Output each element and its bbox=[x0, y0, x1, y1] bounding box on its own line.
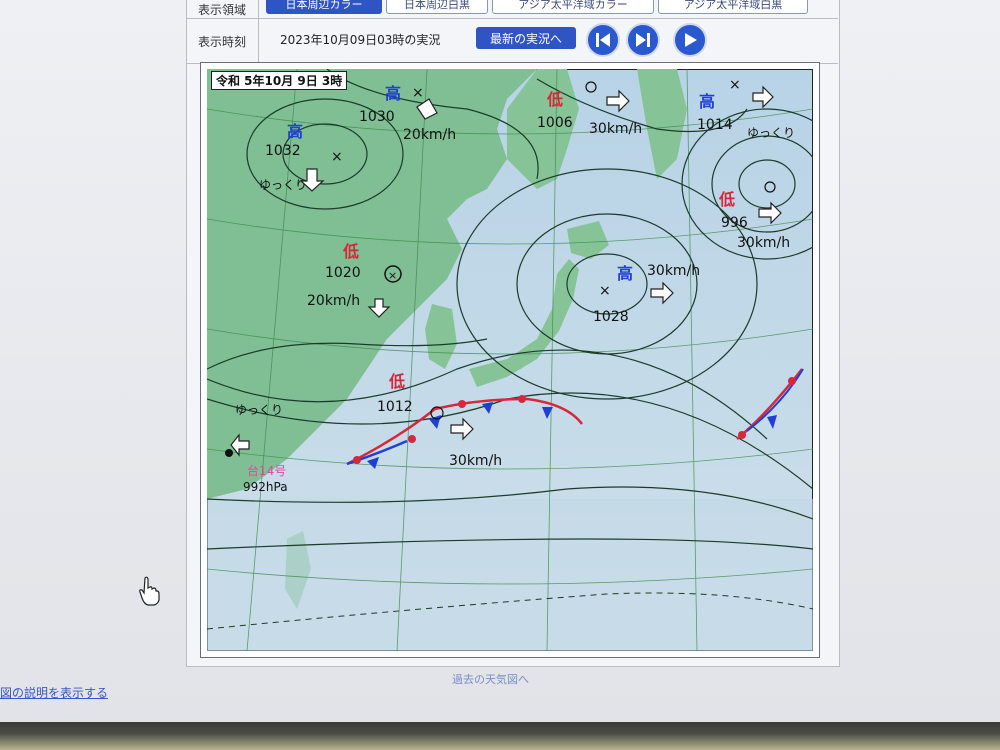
monitor-bezel bbox=[0, 722, 1000, 750]
typhoon-label: 台14号 bbox=[247, 463, 286, 478]
low-1012-motion: 30km/h bbox=[449, 453, 502, 469]
svg-text:×: × bbox=[331, 149, 343, 165]
region-button-japan-color[interactable]: 日本周辺カラー bbox=[266, 0, 382, 14]
low-1012-pressure: 1012 bbox=[377, 399, 413, 415]
svg-text:×: × bbox=[599, 283, 611, 299]
play-button[interactable] bbox=[673, 23, 707, 57]
past-weather-maps-link[interactable]: 過去の天気図へ bbox=[452, 671, 529, 687]
weather-map-frame: 高 1030 20km/h × 高 1032 ゆっくり × 高 × 1028 3… bbox=[200, 62, 820, 658]
skip-to-first-icon bbox=[596, 33, 610, 47]
high-1014-label: 高 bbox=[699, 92, 715, 111]
latest-button[interactable]: 最新の実況へ bbox=[476, 27, 576, 49]
display-time-value: 2023年10月09日03時の実況 bbox=[280, 33, 441, 47]
display-region-label: 表示領域 bbox=[186, 0, 259, 18]
region-button-japan-mono[interactable]: 日本周辺白黒 bbox=[386, 0, 488, 14]
typhoon-pressure: 992hPa bbox=[243, 480, 288, 494]
region-button-asia-mono[interactable]: アジア太平洋域白黒 bbox=[658, 0, 808, 14]
low-996-label: 低 bbox=[718, 190, 735, 209]
high-1028-motion: 30km/h bbox=[647, 263, 700, 279]
hand-cursor-icon bbox=[139, 576, 160, 606]
high-1014-pressure: 1014 bbox=[697, 117, 733, 133]
display-time-label: 表示時刻 bbox=[186, 19, 259, 63]
low-1020-motion: 20km/h bbox=[307, 293, 360, 309]
high-1030-motion: 20km/h bbox=[403, 127, 456, 143]
high-1032-pressure: 1032 bbox=[265, 143, 301, 159]
region-button-asia-color[interactable]: アジア太平洋域カラー bbox=[492, 0, 654, 14]
previous-button[interactable] bbox=[626, 23, 660, 57]
low-1006-motion: 30km/h bbox=[589, 121, 642, 137]
high-1032-label: 高 bbox=[287, 122, 303, 141]
display-time-row: 表示時刻 2023年10月09日03時の実況 最新の実況へ bbox=[186, 19, 838, 64]
high-1028-pressure: 1028 bbox=[593, 309, 629, 325]
high-1030-pressure: 1030 bbox=[359, 109, 395, 125]
first-button[interactable] bbox=[586, 23, 620, 57]
low-1006-label: 低 bbox=[546, 90, 563, 109]
low-1012-label: 低 bbox=[388, 372, 405, 391]
high-1032-motion: ゆっくり bbox=[259, 178, 307, 192]
low-1020-label: 低 bbox=[342, 242, 359, 261]
high-1030-label: 高 bbox=[385, 84, 401, 103]
low-996-motion: 30km/h bbox=[737, 235, 790, 251]
high-1014-motion: ゆっくり bbox=[747, 126, 795, 140]
display-region-row: 表示領域 日本周辺カラー 日本周辺白黒 アジア太平洋域カラー アジア太平洋域白黒 bbox=[186, 0, 838, 19]
low-1020-pressure: 1020 bbox=[325, 265, 361, 281]
svg-text:×: × bbox=[388, 269, 397, 282]
low-1006-pressure: 1006 bbox=[537, 115, 573, 131]
play-icon bbox=[685, 33, 697, 47]
typhoon-motion: ゆっくり bbox=[235, 403, 283, 417]
svg-text:×: × bbox=[412, 85, 424, 101]
map-date-label: 令和 5年10月 9日 3時 bbox=[211, 71, 348, 90]
high-1028-label: 高 bbox=[617, 264, 633, 283]
svg-text:×: × bbox=[729, 77, 741, 93]
step-back-icon bbox=[636, 33, 650, 47]
weather-map: 高 1030 20km/h × 高 1032 ゆっくり × 高 × 1028 3… bbox=[207, 69, 813, 651]
show-description-link[interactable]: 図の説明を表示する bbox=[0, 684, 108, 701]
low-996-pressure: 996 bbox=[721, 215, 748, 231]
